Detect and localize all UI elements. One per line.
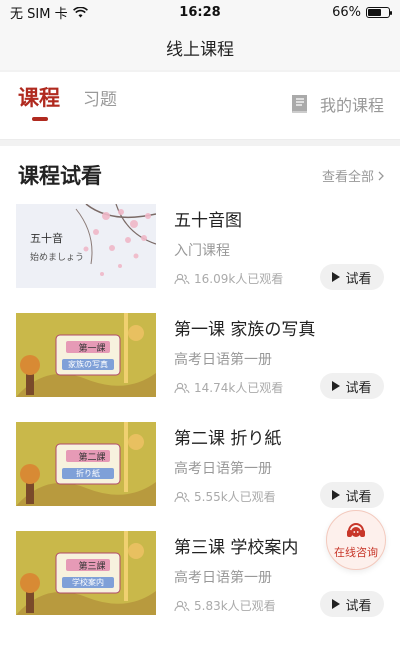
course-thumbnail: 五十音 始めましょう [16, 204, 156, 288]
course-subtitle: 高考日语第一册 [174, 570, 272, 586]
section-title: 课程试看 [18, 164, 102, 188]
wifi-icon [72, 6, 88, 17]
users-icon [174, 382, 190, 393]
course-item[interactable]: 第二課 折り紙 第二课 折り紙 高考日语第一册 5.55k人已观看 试看 [0, 422, 400, 514]
thumbnail-caption: 五十音 [30, 232, 63, 245]
thumbnail-subcaption: 折り紙 [76, 469, 100, 478]
course-views: 14.74k人已观看 [174, 379, 283, 396]
course-views: 16.09k人已观看 [174, 270, 283, 287]
lesson-thumbnail-art [16, 422, 156, 506]
play-icon [332, 272, 341, 282]
thumbnail-caption: 第二課 [78, 453, 106, 463]
carrier-label: 无 SIM 卡 [10, 6, 68, 22]
view-all-label: 查看全部 [321, 170, 374, 185]
cherry-blossom-thumbnail [16, 204, 156, 288]
book-icon [291, 95, 307, 113]
trial-button-label: 试看 [345, 598, 372, 614]
tab-bar: 课程 习题 我的课程 [0, 72, 400, 140]
tab-exercises[interactable]: 习题 [83, 85, 117, 110]
course-title: 五十音图 [174, 211, 242, 231]
course-thumbnail: 第三課 学校案内 [16, 531, 156, 615]
course-views: 5.55k人已观看 [174, 488, 276, 505]
status-bar: 无 SIM 卡 16:28 66% [0, 0, 400, 24]
lesson-thumbnail-art [16, 313, 156, 397]
page-title: 线上课程 [166, 39, 234, 60]
users-icon [174, 600, 190, 611]
trial-button[interactable]: 试看 [320, 373, 384, 399]
status-left: 无 SIM 卡 [10, 3, 88, 22]
users-icon [174, 273, 190, 284]
course-thumbnail: 第一課 家族の写真 [16, 313, 156, 397]
trial-button-label: 试看 [345, 271, 372, 287]
battery-percent: 66% [332, 4, 361, 20]
course-title: 第一课 家族の写真 [174, 320, 316, 340]
trial-button[interactable]: 试看 [320, 591, 384, 617]
trial-button[interactable]: 试看 [320, 264, 384, 290]
view-count: 16.09k人已观看 [194, 272, 284, 286]
play-icon [332, 599, 341, 609]
tab-active-indicator [32, 117, 48, 121]
battery-level [368, 8, 382, 16]
thumbnail-caption: 第三課 [78, 562, 106, 572]
battery-icon [366, 6, 392, 18]
thumbnail-subcaption: 家族の写真 [68, 360, 108, 369]
course-item[interactable]: 五十音 始めましょう 五十音图 入门课程 16.09k人已观看 试看 [0, 204, 400, 296]
view-count: 5.83k人已观看 [194, 599, 276, 613]
nav-bar: 线上课程 [0, 24, 400, 70]
view-all-link[interactable]: 查看全部 [322, 166, 384, 185]
chevron-right-icon [378, 171, 384, 180]
consult-label: 在线咨询 [334, 546, 378, 559]
status-right: 66% [332, 4, 392, 20]
thumbnail-caption: 第一課 [78, 344, 106, 354]
users-icon [174, 491, 190, 502]
my-courses-label: 我的课程 [319, 96, 384, 115]
course-subtitle: 高考日语第一册 [174, 352, 272, 368]
course-thumbnail: 第二課 折り紙 [16, 422, 156, 506]
play-icon [332, 490, 341, 500]
online-consult-button[interactable]: 在线咨询 [326, 510, 386, 570]
view-count: 14.74k人已观看 [194, 381, 284, 395]
tab-courses[interactable]: 课程 [18, 82, 60, 112]
course-preview-section: 课程试看 查看全部 五十音 始めましょう 五十音图 入门课程 16.09k人已观… [0, 146, 400, 660]
lesson-thumbnail-art [16, 531, 156, 615]
play-icon [332, 381, 341, 391]
thumbnail-subcaption: 始めましょう [30, 253, 85, 263]
course-title: 第二课 折り紙 [174, 429, 282, 449]
thumbnail-subcaption: 学校案内 [72, 578, 104, 587]
view-count: 5.55k人已观看 [194, 490, 276, 504]
course-item[interactable]: 第一課 家族の写真 第一课 家族の写真 高考日语第一册 14.74k人已观看 试… [0, 313, 400, 405]
trial-button[interactable]: 试看 [320, 482, 384, 508]
course-subtitle: 高考日语第一册 [174, 461, 272, 477]
course-subtitle: 入门课程 [174, 243, 230, 259]
trial-button-label: 试看 [345, 489, 372, 505]
trial-button-label: 试看 [345, 380, 372, 396]
customer-service-icon [347, 523, 365, 537]
my-courses-button[interactable]: 我的课程 [288, 92, 384, 116]
course-title: 第三课 学校案内 [174, 538, 299, 558]
course-views: 5.83k人已观看 [174, 597, 276, 614]
